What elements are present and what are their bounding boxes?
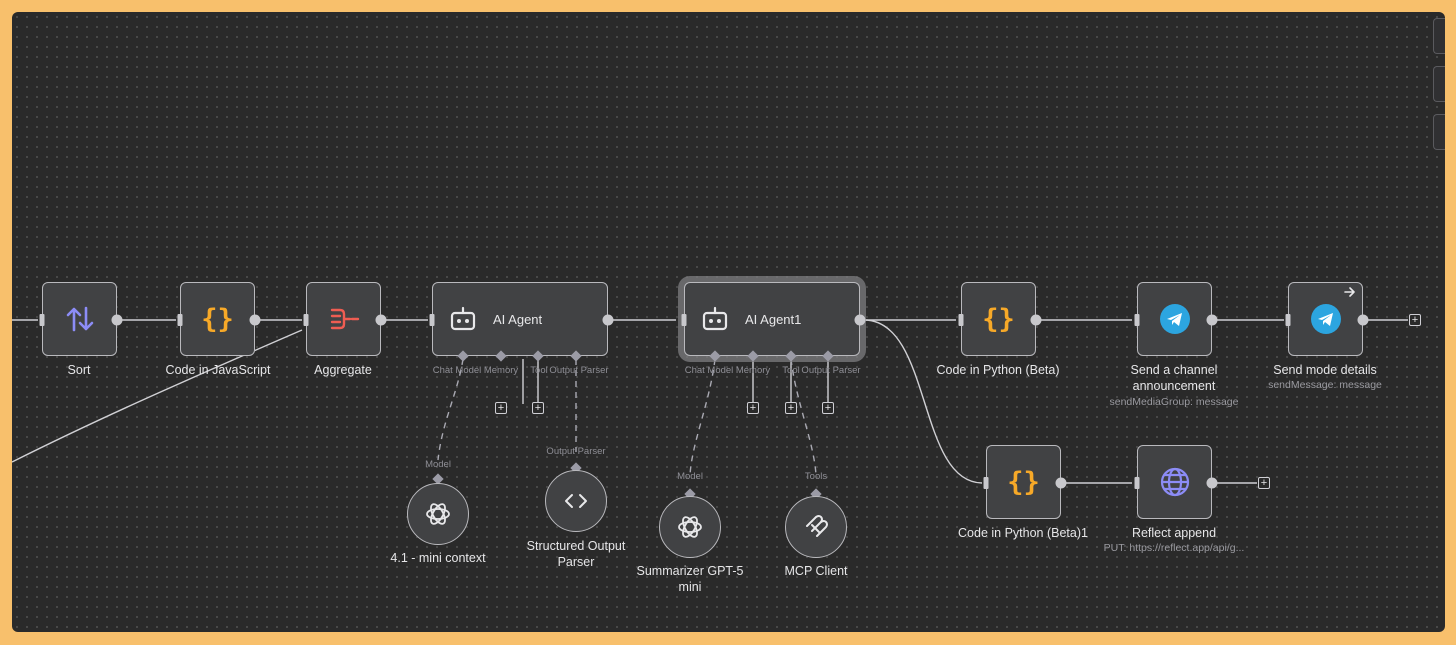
add-node-button[interactable]: +: [1409, 314, 1421, 326]
output-port[interactable]: [1206, 314, 1218, 326]
slot-chat-model: Chat Model: [432, 365, 482, 376]
structured-output-parser-node[interactable]: [545, 470, 607, 532]
code-py1-label: Code in Python (Beta)1: [958, 526, 1088, 540]
add-output-parser-button[interactable]: +: [822, 402, 834, 414]
model-badge: Model: [425, 459, 451, 470]
input-port[interactable]: [983, 477, 989, 489]
wire-model-agent1: [689, 358, 716, 476]
slot-tool: Tool: [530, 365, 548, 376]
code-js-label: Code in JavaScript: [165, 363, 271, 377]
input-port[interactable]: [1134, 314, 1140, 326]
slot-output-parser-1: Output Parser: [801, 365, 861, 376]
mini-context-node[interactable]: [407, 483, 469, 545]
curly-braces-icon: {}: [201, 303, 234, 335]
panel-toggle-button[interactable]: [1433, 66, 1445, 102]
send-channel-label-line2: announcement: [1132, 379, 1216, 393]
mini-context-label: 4.1 - mini context: [390, 551, 486, 565]
output-port[interactable]: [111, 314, 123, 326]
input-port[interactable]: [177, 314, 183, 326]
add-tool-button[interactable]: +: [785, 402, 797, 414]
globe-icon: [1160, 467, 1189, 497]
ai-agent1-node[interactable]: AI Agent1: [684, 282, 860, 356]
ai-agent-title: AI Agent: [493, 311, 543, 327]
sort-arrows-icon: [66, 306, 93, 332]
output-port[interactable]: [1055, 477, 1067, 489]
reflect-node[interactable]: [1137, 445, 1212, 519]
input-port[interactable]: [1285, 314, 1291, 326]
robot-icon: [702, 306, 728, 331]
robot-icon: [450, 306, 476, 331]
curly-braces-icon: {}: [982, 303, 1015, 335]
add-memory-button[interactable]: +: [747, 402, 759, 414]
curly-braces-icon: {}: [1007, 466, 1040, 498]
mcp-client-node[interactable]: [785, 496, 847, 558]
code-py-node[interactable]: {}: [961, 282, 1036, 356]
code-py1-node[interactable]: {}: [986, 445, 1061, 519]
output-port[interactable]: [375, 314, 387, 326]
output-port[interactable]: [1030, 314, 1042, 326]
add-tool-button[interactable]: +: [532, 402, 544, 414]
send-channel-node[interactable]: [1137, 282, 1212, 356]
add-node-button[interactable]: +: [1258, 477, 1270, 489]
openai-icon: [678, 516, 702, 538]
workflow-canvas[interactable]: Sort {} Code in JavaScript Aggregate AI …: [12, 12, 1445, 632]
slot-chat-model-1: Chat Model: [684, 365, 734, 376]
output-port[interactable]: [1357, 314, 1369, 326]
send-channel-label: Send a channel announcement: [1131, 362, 1218, 394]
input-port[interactable]: [958, 314, 964, 326]
input-port[interactable]: [1134, 477, 1140, 489]
code-js-node[interactable]: {}: [180, 282, 255, 356]
ai-agent1-title: AI Agent1: [745, 311, 802, 327]
send-mode-sublabel: sendMessage: message: [1268, 379, 1382, 391]
slot-memory: Memory: [483, 365, 519, 376]
input-port[interactable]: [429, 314, 435, 326]
output-parser-badge: Output Parser: [546, 446, 606, 457]
input-port[interactable]: [681, 314, 687, 326]
send-mode-label: Send mode details: [1273, 363, 1377, 377]
telegram-icon: [1310, 304, 1341, 334]
code-brackets-icon: [565, 494, 587, 508]
panel-toggle-button[interactable]: [1433, 114, 1445, 150]
send-mode-node[interactable]: [1288, 282, 1363, 356]
output-port[interactable]: [249, 314, 261, 326]
wire-tools-agent1: [790, 358, 817, 476]
summarizer-label-line2: mini: [678, 580, 702, 594]
aggregate-icon: [330, 308, 359, 330]
output-port[interactable]: [602, 314, 614, 326]
summarizer-node[interactable]: [659, 496, 721, 558]
summarizer-label: Summarizer GPT-5 mini: [637, 563, 744, 595]
telegram-icon: [1159, 304, 1190, 334]
sort-node[interactable]: [42, 282, 117, 356]
summarizer-label-line1: Summarizer GPT-5: [636, 564, 744, 578]
openai-icon: [426, 503, 450, 525]
tools-badge: Tools: [804, 471, 828, 482]
add-memory-button[interactable]: +: [495, 402, 507, 414]
aggregate-label: Aggregate: [314, 363, 372, 377]
structured-output-parser-label: Structured Output Parser: [527, 538, 626, 570]
mcp-icon: [806, 515, 828, 537]
structured-parser-label-line1: Structured Output: [526, 539, 626, 553]
structured-parser-label-line2: Parser: [557, 555, 595, 569]
input-port[interactable]: [303, 314, 309, 326]
input-port[interactable]: [39, 314, 45, 326]
reflect-label: Reflect append: [1131, 526, 1217, 540]
slot-memory-1: Memory: [735, 365, 771, 376]
output-port[interactable]: [854, 314, 866, 326]
model-badge: Model: [677, 471, 703, 482]
mcp-client-label: MCP Client: [784, 564, 848, 578]
slot-output-parser: Output Parser: [549, 365, 609, 376]
panel-toggle-button[interactable]: [1433, 18, 1445, 54]
aggregate-node[interactable]: [306, 282, 381, 356]
send-channel-sublabel: sendMediaGroup: message: [1109, 396, 1239, 408]
send-channel-label-line1: Send a channel: [1130, 363, 1218, 377]
output-port[interactable]: [1206, 477, 1218, 489]
code-py-label: Code in Python (Beta): [936, 363, 1060, 377]
arrow-right-icon: [1344, 287, 1355, 297]
slot-tool-1: Tool: [782, 365, 800, 376]
ai-agent-node[interactable]: AI Agent: [432, 282, 608, 356]
reflect-sublabel: PUT: https://reflect.app/api/g...: [1103, 542, 1245, 554]
sort-label: Sort: [67, 363, 91, 377]
